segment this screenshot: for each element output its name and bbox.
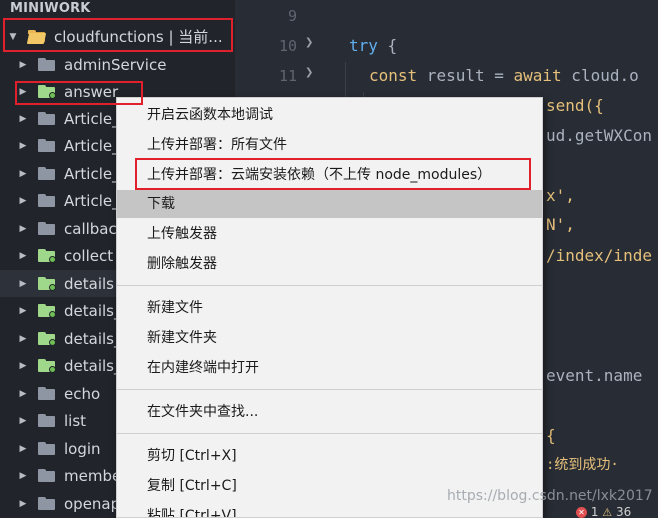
chevron-right-icon[interactable]: ▶ <box>18 361 28 371</box>
line-number: 11 <box>278 67 297 85</box>
cloud-function-folder-icon <box>38 277 56 291</box>
keyword-try: try <box>349 36 378 55</box>
menu-item-local-debug[interactable]: 开启云函数本地调试 <box>117 101 542 129</box>
chevron-right-icon[interactable]: ▶ <box>18 416 28 426</box>
tree-item-label: echo <box>64 384 101 403</box>
folder-icon <box>38 387 55 400</box>
warning-count: 36 <box>616 505 632 518</box>
menu-item-find-in-folder[interactable]: 在文件夹中查找... <box>117 398 542 426</box>
chevron-right-icon[interactable]: ▶ <box>18 141 28 151</box>
tree-item-label: details_ <box>64 329 122 348</box>
tree-item-label: details_ <box>64 356 122 375</box>
menu-item-paste[interactable]: 粘贴 [Ctrl+V] <box>117 502 542 517</box>
menu-item-delete-trigger[interactable]: 删除触发器 <box>117 250 542 278</box>
error-icon: ✕ <box>576 507 587 518</box>
folder-icon <box>38 442 55 455</box>
menu-item-cut[interactable]: 剪切 [Ctrl+X] <box>117 442 542 470</box>
chevron-right-icon[interactable]: ▶ <box>18 196 28 206</box>
annotation-box-cloudfunctions <box>3 18 233 52</box>
keyword-await: await <box>513 66 562 85</box>
menu-separator <box>117 285 542 286</box>
code-fragment: :统到成功· <box>546 457 619 473</box>
folder-icon <box>38 58 55 71</box>
menu-item-upload-all-files[interactable]: 上传并部署：所有文件 <box>117 131 542 159</box>
tree-item-label: list <box>64 411 87 430</box>
chevron-right-icon[interactable]: ▶ <box>18 279 28 289</box>
code-text: cloud.o <box>561 66 639 85</box>
folder-icon <box>38 414 55 427</box>
chevron-right-icon[interactable]: ▶ <box>18 306 28 316</box>
chevron-right-icon[interactable]: ▶ <box>18 334 28 344</box>
tree-item-label: details_ <box>64 301 122 320</box>
chevron-right-icon[interactable]: ▶ <box>18 114 28 124</box>
code-text: { <box>377 36 398 55</box>
chevron-right-icon[interactable]: ▶ <box>18 224 28 234</box>
cloud-function-folder-icon <box>38 304 56 318</box>
chevron-right-icon[interactable]: ▶ <box>18 389 28 399</box>
keyword-const: const <box>369 66 418 85</box>
code-fragment: x', <box>546 186 575 205</box>
error-count: 1 <box>590 505 599 518</box>
watermark: https://blog.csdn.net/lxk2017 <box>447 488 653 504</box>
tree-item-label: Article_ <box>64 191 120 210</box>
code-fragment: ud.getWXCon <box>546 126 652 145</box>
tree-item-label: adminService <box>64 55 167 74</box>
folder-icon <box>38 222 55 235</box>
explorer-title: MINIWORK <box>10 1 91 16</box>
tree-item-adminservice[interactable]: ▶ adminService <box>0 51 235 78</box>
folder-icon <box>38 497 55 510</box>
chevron-right-icon[interactable]: ▶ <box>18 60 28 70</box>
annotation-box-answer <box>15 81 143 105</box>
chevron-right-icon[interactable]: ▶ <box>18 169 28 179</box>
fold-chevron-icon[interactable]: ❯ <box>305 37 313 48</box>
folder-icon <box>38 167 55 180</box>
chevron-right-icon[interactable]: ▶ <box>18 471 28 481</box>
folder-icon <box>38 112 55 125</box>
code-text: ud.getWXCon <box>546 126 652 145</box>
code-fragment: event.name <box>546 366 643 385</box>
cloud-function-folder-icon <box>38 249 56 263</box>
tree-item-label: membe <box>64 466 122 485</box>
code-line-try: try { <box>349 36 397 55</box>
line-number: 10 <box>278 37 297 55</box>
menu-item-open-in-terminal[interactable]: 在内建终端中打开 <box>117 354 542 382</box>
line-number: 9 <box>287 7 297 25</box>
menu-item-new-file[interactable]: 新建文件 <box>117 294 542 322</box>
chevron-right-icon[interactable]: ▶ <box>18 251 28 261</box>
tree-item-label: login <box>64 439 101 458</box>
menu-item-upload-trigger[interactable]: 上传触发器 <box>117 220 542 248</box>
tree-item-label: openap <box>64 494 121 513</box>
code-fragment: { <box>546 426 556 445</box>
tree-item-label: Article_ <box>64 136 120 155</box>
folder-icon <box>38 139 55 152</box>
tree-item-label: collect <box>64 246 114 265</box>
cloud-function-folder-icon <box>38 332 56 346</box>
menu-separator <box>117 389 542 390</box>
tree-item-label: Article_ <box>64 109 120 128</box>
chevron-right-icon[interactable]: ▶ <box>18 499 28 509</box>
warning-icon: ⚠ <box>602 506 613 518</box>
code-text: result = <box>417 66 514 85</box>
menu-separator <box>117 433 542 434</box>
annotation-box-cloud-install-item <box>135 158 531 190</box>
code-fragment: N', <box>546 215 575 234</box>
chevron-right-icon[interactable]: ▶ <box>18 444 28 454</box>
tree-item-label: callbac <box>64 219 117 238</box>
status-indicators[interactable]: ✕ 1 ⚠ 36 <box>576 505 631 518</box>
menu-item-download[interactable]: 下载 <box>117 190 542 218</box>
code-fragment: send({ <box>546 96 604 115</box>
fold-chevron-icon[interactable]: ❯ <box>305 67 313 78</box>
tree-item-label: Article_ <box>64 164 120 183</box>
folder-icon <box>38 469 55 482</box>
code-line-const: const result = await cloud.o <box>369 66 639 85</box>
menu-item-new-folder[interactable]: 新建文件夹 <box>117 324 542 352</box>
folder-icon <box>38 194 55 207</box>
tree-item-label: details <box>64 274 114 293</box>
cloud-function-folder-icon <box>38 359 56 373</box>
code-fragment: /index/inde <box>546 246 652 265</box>
